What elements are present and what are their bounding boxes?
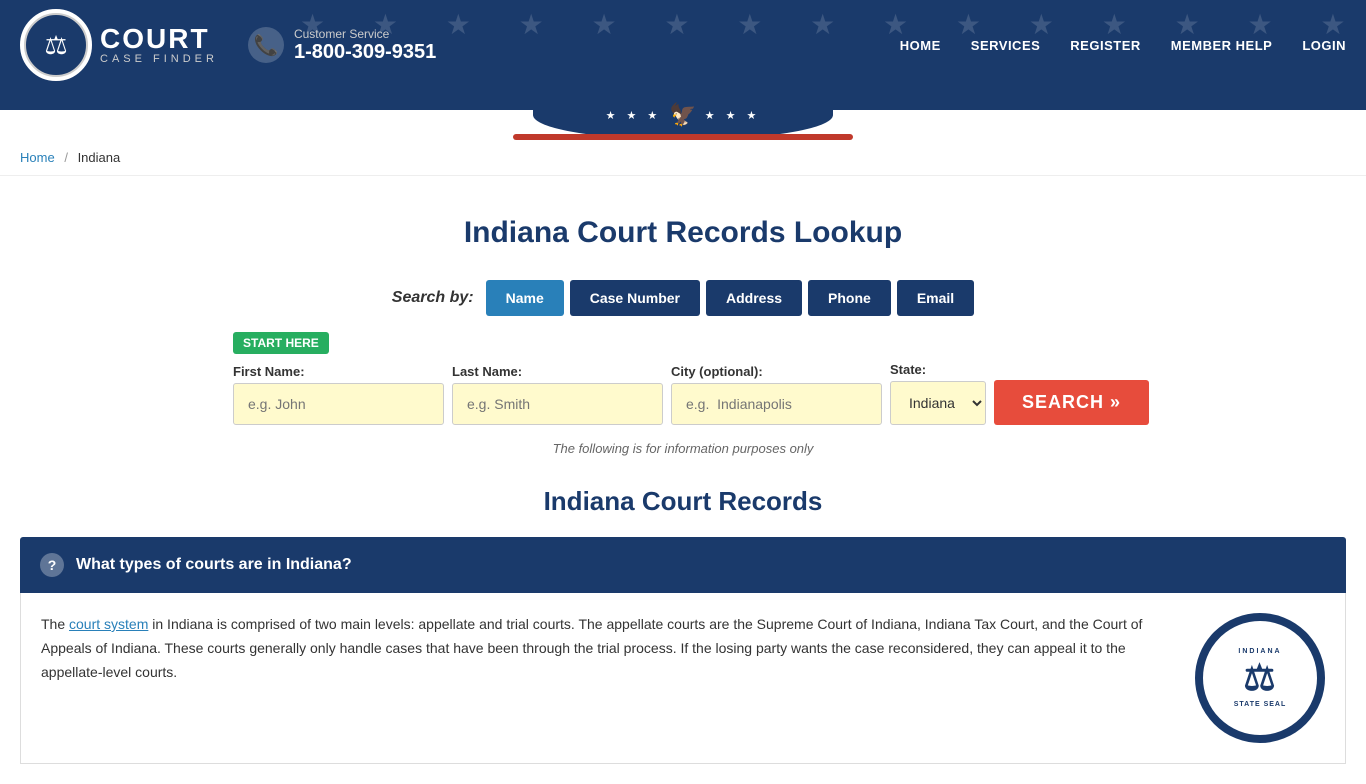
search-by-row: Search by: Name Case Number Address Phon… <box>233 280 1133 316</box>
stars-right: ★ ★ ★ <box>705 109 761 122</box>
accordion-body: The court system in Indiana is comprised… <box>20 593 1346 764</box>
breadcrumb: Home / Indiana <box>0 140 1366 176</box>
phone-icon: 📞 <box>248 27 284 63</box>
court-system-link[interactable]: court system <box>69 616 148 632</box>
state-group: State: Indiana <box>890 362 986 425</box>
body-text-1: The <box>41 616 69 632</box>
eagle-icon: 🦅 <box>669 102 696 128</box>
tab-case-number[interactable]: Case Number <box>570 280 700 316</box>
breadcrumb-home[interactable]: Home <box>20 150 55 165</box>
logo-circle: ⚖ <box>20 9 92 81</box>
question-icon: ? <box>40 553 64 577</box>
seal-text-top: INDIANA <box>1238 648 1281 655</box>
breadcrumb-current: Indiana <box>78 150 121 165</box>
seal-inner: INDIANA ⚖ STATE SEAL <box>1200 618 1320 738</box>
logo-court-text: COURT <box>100 25 218 53</box>
nav-member-help[interactable]: MEMBER HELP <box>1171 38 1273 53</box>
tab-name[interactable]: Name <box>486 280 564 316</box>
accordion-header[interactable]: ? What types of courts are in Indiana? <box>20 537 1346 593</box>
state-label: State: <box>890 362 986 377</box>
stars-left: ★ ★ ★ <box>606 109 662 122</box>
seal-scales-icon: ⚖ <box>1243 657 1276 699</box>
accordion: ? What types of courts are in Indiana? T… <box>20 537 1346 764</box>
city-label: City (optional): <box>671 364 882 379</box>
cs-number: 1-800-309-9351 <box>294 41 436 64</box>
page-title: Indiana Court Records Lookup <box>20 216 1346 250</box>
search-button[interactable]: SEARCH » <box>994 380 1149 425</box>
seal-text-bottom: STATE SEAL <box>1234 701 1287 708</box>
last-name-group: Last Name: <box>452 364 663 425</box>
site-header: ⚖ COURT CASE FINDER 📞 Customer Service 1… <box>0 0 1366 90</box>
main-content: Indiana Court Records Lookup Search by: … <box>0 176 1366 784</box>
nav-services[interactable]: SERVICES <box>971 38 1041 53</box>
logo-case-finder-text: CASE FINDER <box>100 53 218 65</box>
info-note: The following is for information purpose… <box>233 441 1133 456</box>
first-name-label: First Name: <box>233 364 444 379</box>
customer-service: 📞 Customer Service 1-800-309-9351 <box>248 27 436 64</box>
city-group: City (optional): <box>671 364 882 425</box>
accordion-text: The court system in Indiana is comprised… <box>41 613 1175 743</box>
logo-area: ⚖ COURT CASE FINDER <box>20 9 218 81</box>
search-section: Search by: Name Case Number Address Phon… <box>233 280 1133 456</box>
last-name-label: Last Name: <box>452 364 663 379</box>
search-by-label: Search by: <box>392 289 474 307</box>
start-here-badge: START HERE <box>233 332 329 354</box>
records-title: Indiana Court Records <box>20 486 1346 517</box>
tab-address[interactable]: Address <box>706 280 802 316</box>
accordion-title: What types of courts are in Indiana? <box>76 556 352 574</box>
nav-register[interactable]: REGISTER <box>1070 38 1140 53</box>
tab-email[interactable]: Email <box>897 280 974 316</box>
state-select[interactable]: Indiana <box>890 381 986 425</box>
breadcrumb-separator: / <box>64 150 68 165</box>
logo-emblem: ⚖ <box>24 13 88 77</box>
indiana-seal: INDIANA ⚖ STATE SEAL <box>1195 613 1325 743</box>
nav-home[interactable]: HOME <box>900 38 941 53</box>
main-nav: HOME SERVICES REGISTER MEMBER HELP LOGIN <box>900 38 1346 53</box>
search-form-row: First Name: Last Name: City (optional): … <box>233 362 1133 425</box>
last-name-input[interactable] <box>452 383 663 425</box>
first-name-group: First Name: <box>233 364 444 425</box>
first-name-input[interactable] <box>233 383 444 425</box>
body-text-2: in Indiana is comprised of two main leve… <box>41 616 1142 680</box>
nav-login[interactable]: LOGIN <box>1302 38 1346 53</box>
cs-label: Customer Service <box>294 27 436 41</box>
cs-info: Customer Service 1-800-309-9351 <box>294 27 436 64</box>
tab-phone[interactable]: Phone <box>808 280 891 316</box>
eagle-banner-inner: ★ ★ ★ 🦅 ★ ★ ★ <box>533 90 833 140</box>
eagle-banner: ★ ★ ★ 🦅 ★ ★ ★ <box>0 90 1366 140</box>
logo-text: COURT CASE FINDER <box>100 25 218 65</box>
city-input[interactable] <box>671 383 882 425</box>
